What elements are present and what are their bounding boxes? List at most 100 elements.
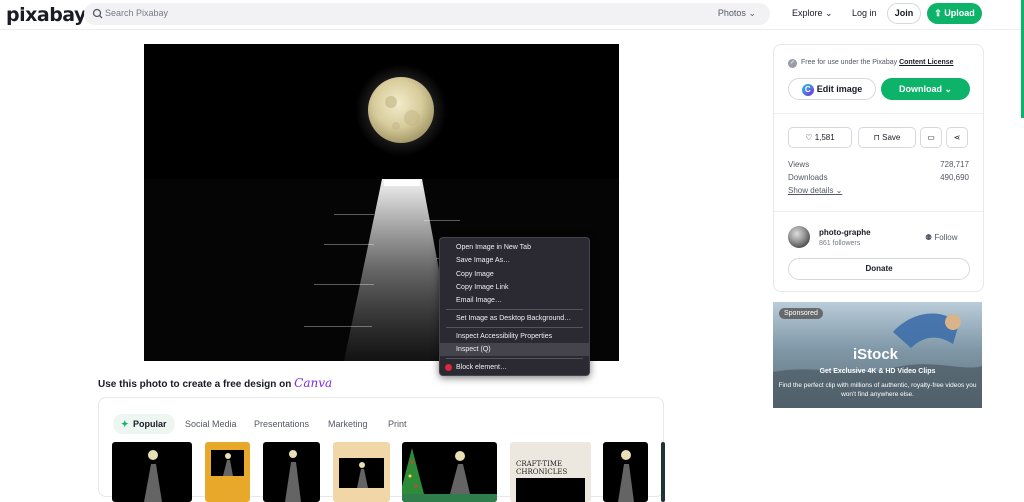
ad-body: Find the perfect clip with millions of a… (778, 382, 977, 398)
show-details-link[interactable]: Show details ⌄ (788, 186, 842, 195)
login-link[interactable]: Log in (852, 8, 877, 18)
top-bar: pixabay Search Pixabay Photos ⌄ Explore … (0, 0, 1024, 30)
thumb-photo (339, 458, 384, 488)
heart-icon: ♡ (805, 133, 813, 142)
search-input[interactable]: Search Pixabay (105, 8, 168, 18)
like-button[interactable]: ♡ 1,581 (788, 127, 852, 148)
ctx-email-image[interactable]: Email Image… (440, 294, 589, 307)
follow-button[interactable]: ⚉ Follow (925, 233, 958, 242)
sparkle-icon: ✦ (121, 419, 129, 429)
canva-logo[interactable]: Canva (294, 376, 332, 390)
sponsored-badge: Sponsored (779, 308, 823, 319)
divider (774, 113, 983, 114)
save-button[interactable]: ⊓ Save (858, 127, 916, 148)
follower-count: 861 followers (819, 240, 861, 247)
design-thumbnail[interactable] (112, 442, 192, 502)
tab-presentations[interactable]: Presentations (254, 414, 309, 434)
canva-prompt: Use this photo to create a free design o… (98, 376, 332, 390)
avatar[interactable] (788, 226, 810, 248)
download-label: Download (898, 84, 942, 94)
context-menu: Open Image in New Tab Save Image As… Cop… (439, 237, 590, 376)
views-label: Views (788, 160, 810, 169)
downloads-label: Downloads (788, 173, 828, 182)
chevron-down-icon: ⌄ (835, 186, 843, 195)
views-value: 728,717 (940, 160, 969, 169)
ctx-inspect[interactable]: Inspect (Q) (440, 343, 589, 356)
chevron-down-icon: ⌄ (748, 8, 756, 18)
share-icon: ⋖ (953, 133, 961, 142)
downloads-value: 490,690 (940, 173, 969, 182)
share-button[interactable]: ⋖ (946, 127, 968, 148)
ctx-block-element-label: Block element… (456, 364, 507, 371)
ctx-separator (446, 358, 583, 359)
edit-image-label: Edit image (816, 84, 863, 94)
content-license-link[interactable]: Content License (899, 59, 953, 66)
canva-prompt-text: Use this photo to create a free design o… (98, 379, 292, 390)
explore-menu[interactable]: Explore ⌄ (792, 8, 833, 19)
join-button[interactable]: Join (887, 3, 921, 24)
add-user-icon: ⚉ (925, 233, 933, 242)
christmas-tree-thumbnail-icon (402, 448, 497, 502)
upload-label: Upload (944, 8, 975, 18)
tab-popular[interactable]: ✦ Popular (113, 414, 175, 434)
explore-label: Explore (792, 8, 823, 18)
username[interactable]: photo-graphe (819, 228, 871, 237)
search-icon (92, 8, 103, 19)
design-thumbnail[interactable]: CRAFT-TIME CHRONICLES (510, 442, 591, 502)
design-thumbnail[interactable] (205, 442, 250, 502)
tab-print[interactable]: Print (388, 414, 407, 434)
moon-thumbnail-icon (223, 453, 233, 476)
license-notice: ✓ Free for use under the Pixabay Content … (788, 59, 954, 68)
moon-thumbnail-icon (357, 462, 368, 488)
block-icon (445, 364, 452, 371)
upload-icon: ⇪ (934, 8, 942, 18)
ad-headline: Get Exclusive 4K & HD Video Clips (819, 368, 936, 375)
pixabay-logo[interactable]: pixabay (6, 4, 86, 26)
chevron-down-icon: ⌄ (825, 8, 833, 18)
design-thumbnail[interactable] (603, 442, 648, 502)
design-thumbnail[interactable] (661, 442, 665, 502)
license-text: Free for use under the Pixabay (801, 59, 898, 66)
moon-thumbnail-icon (285, 450, 301, 502)
search-type-dropdown[interactable]: Photos ⌄ (718, 8, 756, 19)
search-bar[interactable]: Search Pixabay Photos ⌄ (84, 3, 770, 25)
ctx-separator (446, 309, 583, 310)
ctx-copy-image[interactable]: Copy Image (440, 268, 589, 281)
divider (774, 211, 983, 212)
tab-marketing[interactable]: Marketing (328, 414, 368, 434)
upload-button[interactable]: ⇪ Upload (927, 3, 982, 24)
ctx-open-image-new-tab[interactable]: Open Image in New Tab (440, 241, 589, 254)
canva-c-icon: C (801, 83, 814, 96)
thumb-photo (211, 450, 244, 476)
moon-thumbnail-icon (618, 450, 634, 502)
ctx-block-element[interactable]: Block element… (440, 361, 589, 374)
donate-button[interactable]: Donate (788, 258, 970, 280)
search-type-label: Photos (717, 8, 746, 18)
save-label: Save (882, 133, 901, 142)
istock-logo: iStock (853, 346, 899, 363)
comment-button[interactable]: ▭ (920, 127, 942, 148)
moon-thumbnail-icon (144, 450, 162, 502)
follow-label: Follow (934, 233, 958, 242)
check-circle-icon: ✓ (788, 59, 797, 68)
ctx-inspect-accessibility[interactable]: Inspect Accessibility Properties (440, 330, 589, 343)
bookmark-icon: ⊓ (873, 133, 880, 142)
tab-social-media[interactable]: Social Media (185, 414, 237, 434)
ctx-set-desktop-background[interactable]: Set Image as Desktop Background… (440, 312, 589, 325)
thumb-photo (516, 478, 585, 502)
sponsored-ad[interactable]: Sponsored iStock Get Exclusive 4K & HD V… (773, 302, 982, 408)
image-info-card: ✓ Free for use under the Pixabay Content … (773, 44, 984, 292)
design-thumbnail[interactable] (263, 442, 320, 502)
canva-design-card: ✦ Popular Social Media Presentations Mark… (98, 397, 665, 502)
design-thumbnail[interactable] (402, 442, 497, 502)
comment-icon: ▭ (927, 133, 935, 142)
ctx-copy-image-link[interactable]: Copy Image Link (440, 281, 589, 294)
design-thumbnail[interactable] (333, 442, 390, 502)
tab-popular-label: Popular (133, 419, 167, 429)
edit-image-button[interactable]: C Edit image (788, 78, 876, 100)
like-count: 1,581 (814, 133, 835, 142)
thumb-title: CRAFT-TIME CHRONICLES (516, 460, 568, 476)
chevron-down-icon: ⌄ (944, 84, 953, 94)
download-button[interactable]: Download ⌄ (881, 78, 970, 100)
ctx-save-image-as[interactable]: Save Image As… (440, 254, 589, 267)
